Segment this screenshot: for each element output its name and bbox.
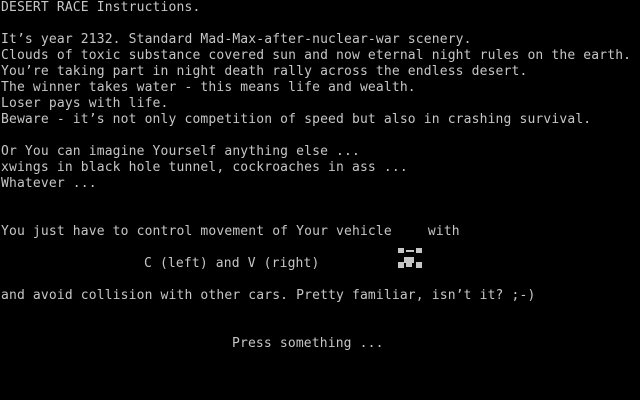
vehicle-sprite-svg	[397, 248, 422, 268]
control-instruction: You just have to control movement of You…	[1, 224, 460, 268]
imagine-line-2: xwings in black hole tunnel, cockroaches…	[1, 160, 408, 175]
imagine-line-3: Whatever ...	[1, 176, 97, 191]
story-line-1: It’s year 2132. Standard Mad-Max-after-n…	[1, 32, 472, 47]
avoid-collision-text: and avoid collision with other cars. Pre…	[1, 288, 536, 303]
screen-title: DESERT RACE Instructions.	[1, 0, 201, 15]
player-vehicle-icon	[397, 212, 422, 268]
press-key-prompt[interactable]: Press something ...	[232, 336, 384, 352]
control-keys: C (left) and V (right)	[144, 256, 320, 271]
imagine-line-1: Or You can imagine Yourself anything els…	[1, 144, 360, 159]
story-line-3: You’re taking part in night death rally …	[1, 64, 528, 79]
story-line-6: Beware - it’s not only competition of sp…	[1, 112, 592, 127]
story-line-2: Clouds of toxic substance covered sun an…	[1, 48, 632, 63]
control-text-before: You just have to control movement of You…	[1, 224, 392, 239]
instructions-screen[interactable]: DESERT RACE Instructions. It’s year 2132…	[0, 0, 640, 400]
story-line-4: The winner takes water - this means life…	[1, 80, 416, 95]
story-line-5: Loser pays with life.	[1, 96, 169, 111]
